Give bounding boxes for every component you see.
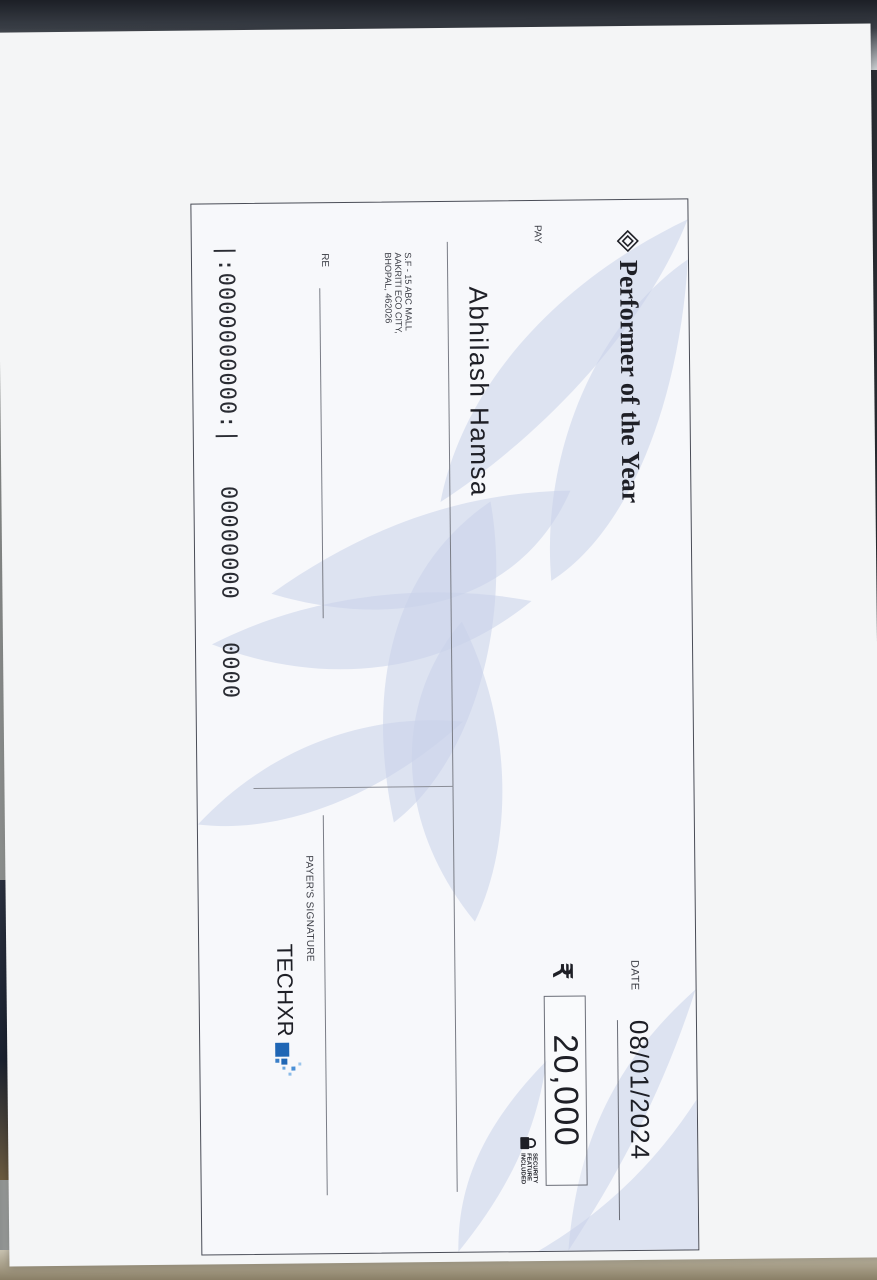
- pay-label: PAY: [531, 224, 543, 244]
- lock-icon: [520, 1137, 537, 1150]
- signature-label: PAYER'S SIGNATURE: [303, 855, 316, 962]
- address-line-2: AAKRITI ECO CITY,: [392, 252, 404, 334]
- micr-line: |:0000000000:| 00000000 0000: [213, 244, 243, 727]
- re-underline: [319, 288, 324, 619]
- amount-value: 20,000: [546, 1034, 586, 1148]
- micr-account: |:0000000000:|: [212, 244, 240, 444]
- paper-sheet: Performer of the Year DATE 08/01/2024 PA…: [0, 23, 877, 1267]
- micr-code: 0000: [216, 641, 243, 700]
- security-line-2: FEATURE: [525, 1153, 532, 1182]
- date-label: DATE: [628, 959, 641, 991]
- payee-underline: [446, 241, 458, 1192]
- brand-name: TECHXR: [272, 943, 299, 1038]
- amount-box: 20,000: [543, 995, 588, 1186]
- signature-line: [322, 815, 328, 1196]
- cheque-title: Performer of the Year: [613, 259, 646, 504]
- address-line-3: BHOPAL, 462026: [382, 252, 394, 324]
- date-value: 08/01/2024: [623, 1019, 656, 1161]
- security-text: SECURITY FEATURE INCLUDED: [519, 1153, 537, 1193]
- re-label: RE: [318, 253, 331, 268]
- pixel-logo-icon: [275, 1043, 302, 1077]
- brand-logo: TECHXR: [268, 943, 302, 1077]
- security-feature-badge: SECURITY FEATURE INCLUDED: [519, 1136, 538, 1193]
- divider-line: [253, 785, 454, 789]
- rupee-symbol: ₹: [547, 962, 578, 980]
- cheque: Performer of the Year DATE 08/01/2024 PA…: [190, 198, 700, 1256]
- payee-name: Abhilash Hamsa: [463, 286, 496, 498]
- date-underline: [616, 1020, 621, 1221]
- security-line-1: SECURITY: [531, 1153, 538, 1184]
- micr-number: 00000000: [215, 485, 242, 600]
- security-line-3: INCLUDED: [519, 1153, 526, 1185]
- payer-address: S.F - 15 ABC MALL AAKRITI ECO CITY, BHOP…: [383, 252, 414, 392]
- address-line-1: S.F - 15 ABC MALL: [402, 252, 414, 331]
- cheque-header: Performer of the Year: [613, 229, 646, 504]
- diamond-logo-icon: [616, 229, 639, 253]
